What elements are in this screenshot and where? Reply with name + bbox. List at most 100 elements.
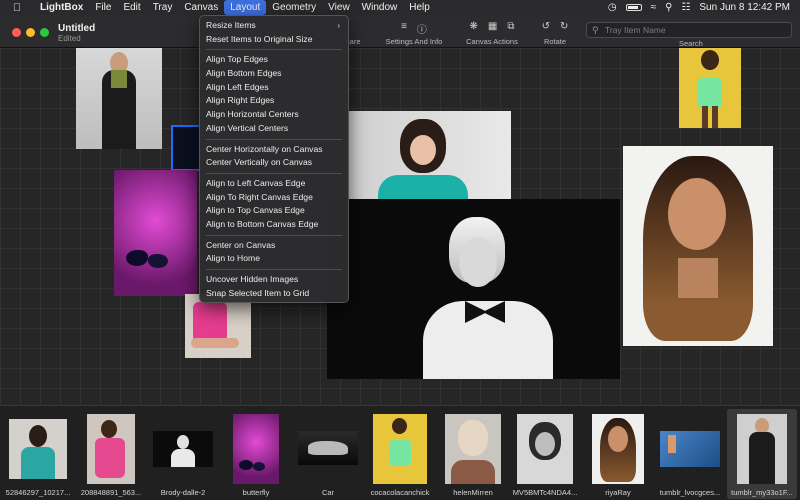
menu-item-resize-items[interactable]: Resize Items ›: [200, 19, 348, 33]
tray-thumbnail: [737, 414, 787, 484]
tray-item-selected[interactable]: tumblr_my33o1F...: [727, 409, 797, 499]
battery-icon[interactable]: [625, 4, 642, 11]
canvas-photo-butterfly[interactable]: [114, 170, 197, 296]
search-icon: ⚲: [592, 25, 599, 35]
canvas-photo-hidden-blue[interactable]: [171, 125, 201, 171]
menu-item-align-bottom-edges[interactable]: Align Bottom Edges: [200, 67, 348, 81]
tray-item[interactable]: butterfly: [221, 409, 291, 499]
close-button[interactable]: [12, 28, 21, 37]
document-subtitle: Edited: [58, 34, 81, 43]
menu-item-align-top-edges[interactable]: Align Top Edges: [200, 53, 348, 67]
canvas-actions-group[interactable]: ❋ ▦ ⧉ Canvas Actions: [464, 21, 520, 46]
menu-help[interactable]: Help: [403, 0, 436, 15]
menu-layout[interactable]: Layout: [224, 0, 267, 15]
tray-item[interactable]: Brody-dalle-2: [148, 409, 218, 499]
rotate-label: Rotate: [543, 37, 567, 46]
tray-thumbnail: [298, 431, 358, 465]
menu-bar:  LightBox File Edit Tray Canvas Layout …: [0, 0, 800, 15]
rotate-left-icon[interactable]: ↺: [542, 21, 550, 33]
menu-item-reset-original-size[interactable]: Reset Items to Original Size: [200, 33, 348, 47]
tray-item[interactable]: riyaRay: [583, 409, 653, 499]
wifi-icon[interactable]: ≈: [651, 2, 657, 13]
tray-item-name: tumblr_lvocgces...: [659, 488, 721, 497]
rotate-group[interactable]: ↺ ↻ Rotate: [537, 21, 573, 46]
canvas-photo-yellow-woman[interactable]: [679, 48, 741, 128]
tray-item-name: butterfly: [242, 488, 270, 497]
menu-item-center-vertically[interactable]: Center Vertically on Canvas: [200, 156, 348, 170]
menu-separator: [206, 138, 342, 140]
zoom-button[interactable]: [40, 28, 49, 37]
menu-view[interactable]: View: [322, 0, 356, 15]
tray-item[interactable]: tumblr_lvocgces...: [655, 409, 725, 499]
time-machine-icon[interactable]: ◷: [608, 2, 617, 13]
sparkle-icon[interactable]: ❋: [470, 21, 478, 33]
search-placeholder: Tray Item Name: [605, 25, 666, 35]
menu-item-align-horizontal-centers[interactable]: Align Horizontal Centers: [200, 108, 348, 122]
lightbox-canvas[interactable]: [0, 48, 800, 405]
canvas-photo-curly-woman[interactable]: [348, 111, 511, 199]
canvas-photo-bw-woman[interactable]: [327, 199, 620, 379]
canvas-photo-long-hair-woman[interactable]: [623, 146, 773, 346]
menu-canvas[interactable]: Canvas: [178, 0, 224, 15]
tray-item[interactable]: MV5BMTc4NDA4...: [510, 409, 580, 499]
canvas-photo-pink-dress[interactable]: [185, 294, 251, 358]
settings-group[interactable]: ≡ ⓘ Settings And Info: [384, 21, 444, 46]
tray-item-name: Car: [321, 488, 335, 497]
layout-menu-dropdown: Resize Items › Reset Items to Original Si…: [199, 15, 349, 303]
menu-separator: [206, 172, 342, 174]
menu-separator: [206, 49, 342, 51]
menu-item-align-bottom-canvas-edge[interactable]: Align to Bottom Canvas Edge: [200, 218, 348, 232]
rotate-right-icon[interactable]: ↻: [560, 21, 568, 33]
search-input[interactable]: ⚲ Tray Item Name: [586, 22, 792, 38]
menu-separator: [206, 234, 342, 236]
info-icon[interactable]: ⓘ: [417, 21, 427, 36]
menu-item-align-right-edges[interactable]: Align Right Edges: [200, 94, 348, 108]
menu-item-snap-to-grid[interactable]: Snap Selected Item to Grid: [200, 287, 348, 301]
menu-item-align-left-edges[interactable]: Align Left Edges: [200, 81, 348, 95]
tray-item[interactable]: helenMirren: [438, 409, 508, 499]
tray-item[interactable]: cocacolacanchick: [365, 409, 435, 499]
menu-item-center-on-canvas[interactable]: Center on Canvas: [200, 239, 348, 253]
canvas-actions-label: Canvas Actions: [466, 37, 518, 46]
tray-thumbnail: [153, 431, 213, 467]
tray-item-name: 52846297_10217...: [5, 488, 71, 497]
menu-window[interactable]: Window: [356, 0, 404, 15]
tray-item[interactable]: 52846297_10217...: [3, 409, 73, 499]
grid-icon[interactable]: ▦: [488, 21, 497, 33]
menu-item-align-right-canvas-edge[interactable]: Align To Right Canvas Edge: [200, 191, 348, 205]
tray-item-name: helenMirren: [453, 488, 493, 497]
menu-item-center-horizontally[interactable]: Center Horizontally on Canvas: [200, 143, 348, 157]
chevron-right-icon: ›: [337, 21, 340, 30]
tray-thumbnail: [87, 414, 135, 484]
spotlight-icon[interactable]: ⚲: [665, 2, 672, 13]
copy-icon[interactable]: ⧉: [507, 21, 514, 33]
control-center-icon[interactable]: ☷: [681, 2, 690, 13]
menubar-clock[interactable]: Sun Jun 8 12:42 PM: [699, 2, 790, 13]
menu-app-name[interactable]: LightBox: [34, 0, 89, 15]
tray-thumbnail: [592, 414, 644, 484]
sliders-icon[interactable]: ≡: [401, 21, 407, 33]
search-label: Search: [679, 39, 703, 48]
menu-geometry[interactable]: Geometry: [266, 0, 322, 15]
menu-separator: [206, 269, 342, 270]
tray-item-name: Brody-dalle-2: [160, 488, 206, 497]
menu-file[interactable]: File: [89, 0, 117, 15]
menu-item-align-top-canvas-edge[interactable]: Align to Top Canvas Edge: [200, 204, 348, 218]
apple-icon[interactable]: : [10, 2, 24, 14]
tray-item-name: cocacolacanchick: [370, 488, 430, 497]
menu-edit[interactable]: Edit: [117, 0, 146, 15]
menu-item-align-vertical-centers[interactable]: Align Vertical Centers: [200, 122, 348, 136]
tray-thumbnail: [445, 414, 501, 484]
tray-thumbnail: [233, 414, 279, 484]
status-area: ◷ ≈ ⚲ ☷ Sun Jun 8 12:42 PM: [608, 2, 800, 13]
menu-item-uncover-hidden-images[interactable]: Uncover Hidden Images: [200, 273, 348, 287]
settings-label: Settings And Info: [385, 37, 443, 46]
menu-item-align-left-canvas-edge[interactable]: Align to Left Canvas Edge: [200, 177, 348, 191]
menu-tray[interactable]: Tray: [147, 0, 179, 15]
tray-item[interactable]: 208848891_563...: [76, 409, 146, 499]
tray-item[interactable]: Car: [293, 409, 363, 499]
canvas-photo-man-coat[interactable]: [76, 48, 162, 149]
menu-item-align-to-home[interactable]: Align to Home: [200, 252, 348, 266]
tray-thumbnail: [373, 414, 427, 484]
minimize-button[interactable]: [26, 28, 35, 37]
